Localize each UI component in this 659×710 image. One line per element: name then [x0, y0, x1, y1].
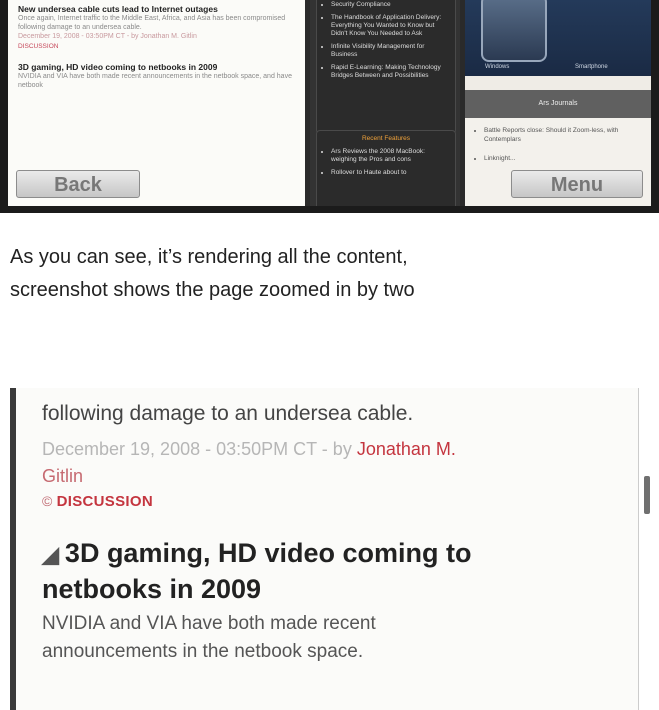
story-teaser: following damage to an undersea cable.: [42, 402, 414, 425]
comment-icon: ©: [42, 493, 53, 509]
author-link[interactable]: Jonathan M.: [357, 439, 456, 459]
blog-paragraph: As you can see, it’s rendering all the c…: [10, 241, 659, 307]
ad-caption: Smartphone: [575, 64, 608, 70]
story-headline[interactable]: ◢ 3D gaming, HD video coming to netbooks …: [42, 536, 638, 606]
author-link[interactable]: Gitlin: [42, 463, 638, 489]
story-teaser: Once again, Internet traffic to the Midd…: [18, 15, 286, 31]
panel-link[interactable]: Security Compliance: [331, 1, 450, 9]
discussion-link[interactable]: DISCUSSION: [18, 42, 295, 52]
sidebar-column: Security Compliance The Handbook of Appl…: [310, 0, 460, 206]
browser-screen-zoomed: following damage to an undersea cable. D…: [10, 388, 638, 710]
phone-image: [481, 0, 547, 62]
headline-line: netbooks in 2009: [42, 574, 262, 604]
discussion-label: DISCUSSION: [56, 493, 153, 510]
back-softkey[interactable]: Back: [16, 170, 140, 198]
recent-features-title: Recent Features: [361, 135, 411, 142]
scrollbar-thumb[interactable]: [644, 476, 650, 514]
ad-banner[interactable]: Windows Smartphone: [465, 0, 651, 76]
journal-link[interactable]: Linknight...: [484, 154, 641, 163]
story-item[interactable]: New undersea cable cuts lead to Internet…: [18, 4, 295, 52]
vertical-scrollbar[interactable]: [638, 388, 659, 710]
zoomed-out-screenshot: New undersea cable cuts lead to Internet…: [0, 0, 659, 213]
ad-caption: Windows: [485, 64, 510, 70]
recent-feature-link[interactable]: Ars Reviews the 2008 MacBook: weighing t…: [331, 148, 450, 164]
caption-line: screenshot shows the page zoomed in by t…: [10, 279, 415, 301]
zoomed-in-screenshot: following damage to an undersea cable. D…: [10, 388, 659, 710]
story-headline[interactable]: New undersea cable cuts lead to Internet…: [18, 4, 295, 14]
story-byline: December 19, 2008 - 03:50PM CT - by Jona…: [18, 33, 197, 40]
story-headline[interactable]: 3D gaming, HD video coming to netbooks i…: [18, 62, 295, 72]
article-icon: ◢: [42, 542, 59, 567]
story-item[interactable]: 3D gaming, HD video coming to netbooks i…: [18, 62, 295, 90]
headline-line: 3D gaming, HD video coming to: [64, 538, 472, 568]
teaser-line: NVIDIA and VIA have both made recent: [42, 613, 376, 634]
teaser-line: announcements in the netbook space.: [42, 641, 364, 662]
browser-screen: New undersea cable cuts lead to Internet…: [8, 0, 651, 206]
story-date: December 19, 2008 - 03:50PM CT - by: [42, 439, 352, 459]
recent-feature-link[interactable]: Rollover to Haute about to: [331, 169, 450, 177]
journal-link[interactable]: Battle Reports close: Should it Zoom-les…: [484, 126, 641, 144]
story-teaser: NVIDIA and VIA have both made recent ann…: [18, 73, 292, 89]
recent-features-panel: Recent Features Ars Reviews the 2008 Mac…: [316, 130, 456, 206]
panel-link[interactable]: Infinite Visibility Management for Busin…: [331, 43, 450, 59]
whitepaper-panel: Security Compliance The Handbook of Appl…: [316, 0, 456, 134]
panel-link[interactable]: The Handbook of Application Delivery: Ev…: [331, 14, 450, 38]
caption-line: As you can see, it’s rendering all the c…: [10, 246, 408, 268]
story-byline: December 19, 2008 - 03:50PM CT - by Jona…: [42, 435, 638, 463]
menu-softkey[interactable]: Menu: [511, 170, 643, 198]
story-teaser: NVIDIA and VIA have both made recent ann…: [42, 610, 638, 666]
panel-link[interactable]: Rapid E-Learning: Making Technology Brid…: [331, 64, 450, 80]
discussion-link[interactable]: © DISCUSSION: [42, 493, 638, 510]
journals-title: Ars Journals: [465, 90, 651, 118]
